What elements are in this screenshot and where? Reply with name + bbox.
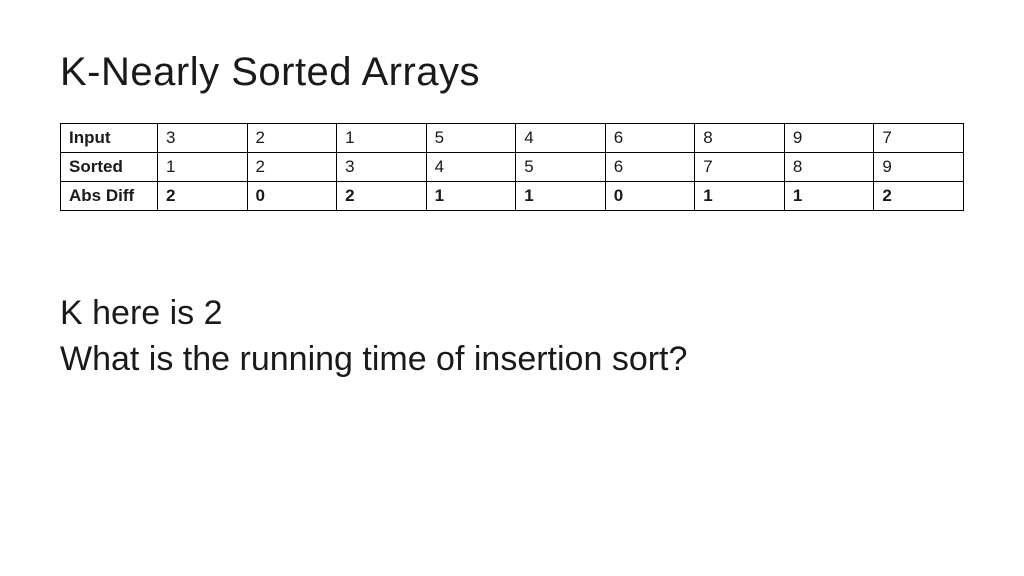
table-cell: 2 xyxy=(874,182,964,211)
table-cell: 4 xyxy=(516,124,606,153)
table-row: Input321546897 xyxy=(61,124,964,153)
table-cell: 3 xyxy=(158,124,248,153)
table-cell: 9 xyxy=(874,153,964,182)
data-table: Input321546897Sorted123456789Abs Diff202… xyxy=(60,123,964,211)
table-cell: 2 xyxy=(158,182,248,211)
body-text: K here is 2 What is the running time of … xyxy=(60,291,964,383)
table-body: Input321546897Sorted123456789Abs Diff202… xyxy=(61,124,964,211)
table-cell: 1 xyxy=(784,182,874,211)
table-cell: 1 xyxy=(158,153,248,182)
table-cell: 4 xyxy=(426,153,516,182)
table-row: Sorted123456789 xyxy=(61,153,964,182)
table-cell: 7 xyxy=(874,124,964,153)
row-header: Sorted xyxy=(61,153,158,182)
table-cell: 1 xyxy=(337,124,427,153)
table-cell: 1 xyxy=(516,182,606,211)
table-row: Abs Diff202110112 xyxy=(61,182,964,211)
table-cell: 5 xyxy=(426,124,516,153)
table-cell: 2 xyxy=(247,124,337,153)
table-cell: 1 xyxy=(695,182,785,211)
table-cell: 2 xyxy=(247,153,337,182)
slide: K-Nearly Sorted Arrays Input321546897Sor… xyxy=(0,0,1024,383)
body-line-2: What is the running time of insertion so… xyxy=(60,337,964,383)
table-cell: 8 xyxy=(784,153,874,182)
table-cell: 5 xyxy=(516,153,606,182)
body-line-1: K here is 2 xyxy=(60,291,964,337)
table-cell: 3 xyxy=(337,153,427,182)
row-header: Abs Diff xyxy=(61,182,158,211)
table-cell: 2 xyxy=(337,182,427,211)
table-cell: 8 xyxy=(695,124,785,153)
slide-title: K-Nearly Sorted Arrays xyxy=(60,50,964,95)
table-cell: 0 xyxy=(605,182,695,211)
table-cell: 6 xyxy=(605,124,695,153)
table-cell: 9 xyxy=(784,124,874,153)
table-cell: 6 xyxy=(605,153,695,182)
row-header: Input xyxy=(61,124,158,153)
table-cell: 0 xyxy=(247,182,337,211)
table-cell: 1 xyxy=(426,182,516,211)
table-cell: 7 xyxy=(695,153,785,182)
